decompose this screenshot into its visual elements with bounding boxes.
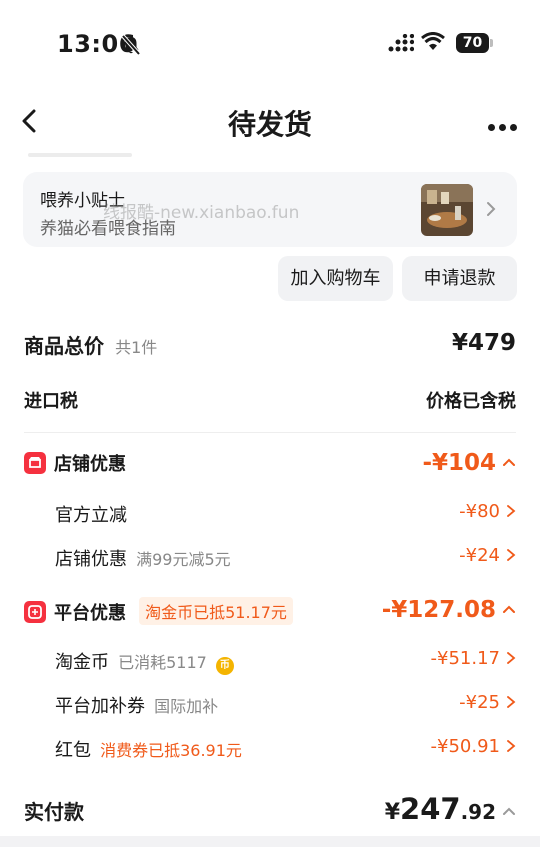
discount-item-row[interactable]: 店铺优惠 满99元减5元 -¥24 [24, 545, 516, 571]
shop-discount-amount: -¥104 [422, 450, 496, 476]
chevron-right-icon [507, 696, 516, 708]
platform-discount-label: 平台优惠 [54, 603, 126, 624]
discount-item-label: 红包 [55, 740, 91, 761]
platform-discount-amount: -¥127.08 [381, 597, 496, 623]
bottom-bar [0, 836, 540, 847]
wifi-icon [421, 32, 445, 50]
discount-item-value: -¥50.91 [431, 736, 516, 757]
platform-discount-value: -¥127.08 [382, 597, 516, 623]
goods-total-row: 商品总价 共1件 ¥479 [24, 330, 516, 360]
discount-item-amount: -¥50.91 [430, 736, 500, 757]
discount-item-label: 店铺优惠 [55, 549, 127, 570]
goods-total-label: 商品总价 [24, 334, 104, 358]
discount-item-row[interactable]: 平台加补券 国际加补 -¥25 [24, 692, 516, 718]
tips-thumbnail [421, 184, 473, 236]
discount-item-row[interactable]: 淘金币 已消耗5117 币 -¥51.17 [24, 648, 516, 675]
discount-item-label: 平台加补券 [55, 696, 145, 717]
discount-item-value: -¥25 [459, 692, 516, 713]
discount-item-note: 已消耗5117 [118, 653, 207, 672]
discount-item-amount: -¥25 [459, 692, 500, 713]
chevron-up-icon [503, 807, 515, 815]
discount-item-amount: -¥80 [459, 501, 500, 522]
shop-discount-value: -¥104 [422, 450, 516, 476]
discount-item-note: 满99元减5元 [136, 550, 231, 569]
chevron-right-icon [487, 202, 496, 216]
chevron-up-icon [503, 458, 515, 466]
currency-symbol: ¥ [384, 800, 401, 825]
feeding-tips-card[interactable]: 喂养小贴士 养猫必看喂食指南 线报酷-new.xianbao.fun [23, 172, 517, 247]
platform-discount-row[interactable]: 平台优惠 淘金币已抵51.17元 -¥127.08 [24, 597, 516, 627]
shop-icon [24, 452, 46, 474]
discount-item-row[interactable]: 红包 消费券已抵36.91元 -¥50.91 [24, 736, 516, 762]
discount-item-label: 淘金币 [55, 652, 109, 673]
battery-level: 70 [456, 33, 489, 53]
more-icon[interactable] [488, 116, 522, 131]
chevron-up-icon [503, 605, 515, 613]
discount-item-value: -¥80 [459, 501, 516, 522]
divider [24, 432, 516, 433]
chevron-right-icon [507, 652, 516, 664]
platform-icon [24, 601, 46, 623]
chevron-right-icon [507, 505, 516, 517]
shop-discount-row[interactable]: 店铺优惠 -¥104 [24, 450, 516, 480]
shop-discount-label: 店铺优惠 [54, 454, 126, 475]
actual-payment-label: 实付款 [24, 800, 84, 824]
coin-icon: 币 [215, 657, 234, 675]
add-to-cart-button[interactable]: 加入购物车 [278, 256, 393, 301]
battery-tip [490, 39, 493, 47]
bell-muted-icon [121, 34, 141, 56]
divider [28, 153, 132, 157]
discount-item-note: 国际加补 [154, 697, 219, 716]
refund-button[interactable]: 申请退款 [402, 256, 517, 301]
discount-item-amount: -¥24 [459, 545, 500, 566]
chevron-right-icon [507, 549, 516, 561]
discount-item-label: 官方立减 [55, 505, 127, 526]
battery-icon: 70 [456, 33, 493, 53]
discount-item-value: -¥51.17 [431, 648, 516, 669]
payment-decimal: .92 [460, 800, 496, 824]
import-tax-label: 进口税 [24, 391, 78, 412]
nav-bar: 待发货 [0, 90, 540, 152]
import-tax-row: 进口税 价格已含税 [24, 387, 516, 415]
taojinbi-tag: 淘金币已抵51.17元 [139, 597, 293, 625]
status-bar: 13:06 70 [0, 0, 540, 88]
chevron-right-icon [507, 740, 516, 752]
payment-integer: 247 [400, 792, 461, 826]
actual-payment-value: ¥247.92 [385, 792, 516, 826]
import-tax-value: 价格已含税 [426, 391, 516, 412]
discount-item-amount: -¥51.17 [430, 648, 500, 669]
actual-payment-row[interactable]: 实付款 ¥247.92 [24, 792, 516, 826]
discount-item-row[interactable]: 官方立减 -¥80 [24, 501, 516, 527]
discount-item-note: 消费券已抵36.91元 [100, 741, 242, 760]
page-title: 待发货 [227, 108, 312, 141]
goods-total-value: ¥479 [451, 330, 516, 356]
goods-count: 共1件 [115, 338, 158, 357]
discount-item-value: -¥24 [459, 545, 516, 566]
watermark: 线报酷-new.xianbao.fun [103, 203, 300, 223]
signal-icon [388, 34, 414, 52]
